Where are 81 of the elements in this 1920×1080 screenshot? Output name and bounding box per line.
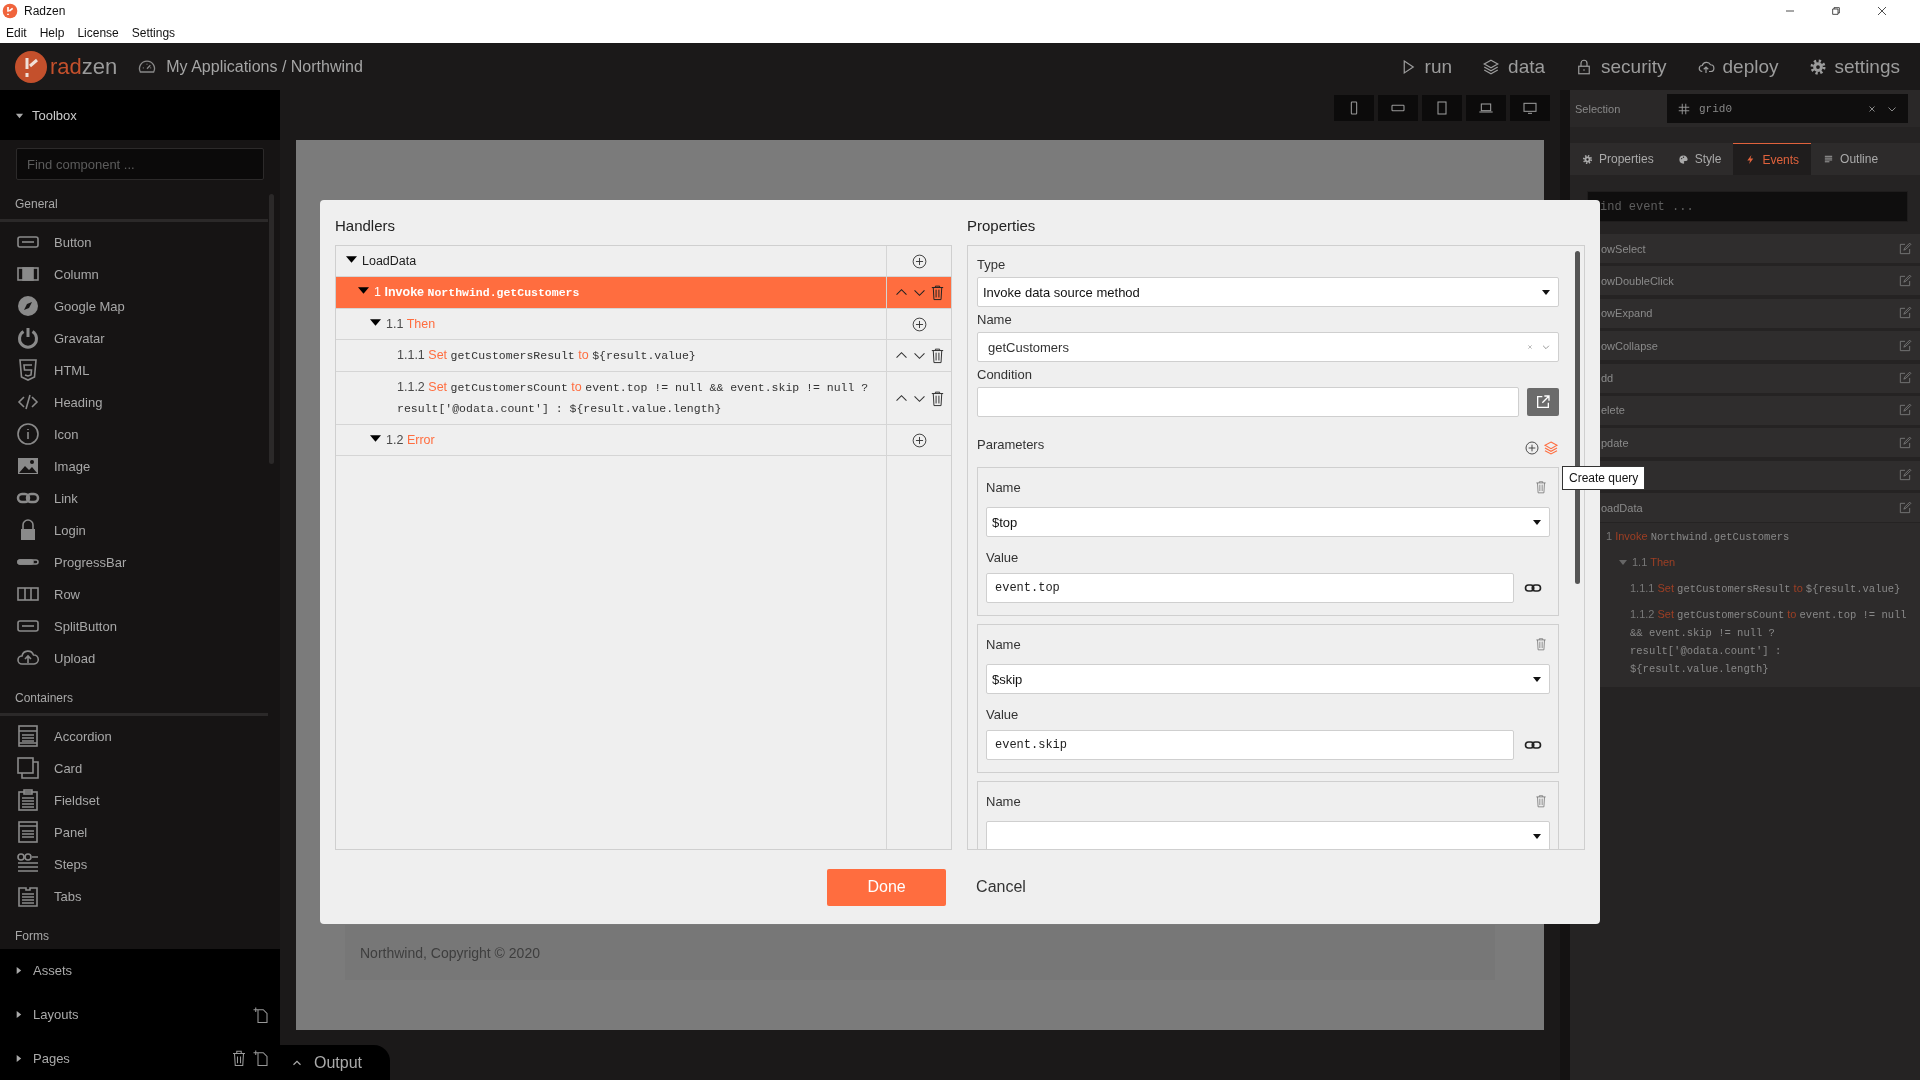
toolbox-item[interactable]: Upload — [0, 642, 268, 674]
section-header[interactable]: Layouts — [14, 1007, 79, 1022]
toolbox-item[interactable]: Link — [0, 482, 268, 514]
nav-link[interactable]: settings — [1808, 55, 1900, 78]
panel-title: Handlers — [335, 215, 397, 236]
toolbox-item[interactable]: Heading — [0, 386, 268, 418]
tooltip: Create query — [1562, 466, 1646, 490]
nav-link[interactable]: data — [1482, 55, 1546, 78]
section-label: Parameters — [977, 436, 1045, 452]
panel-title: Properties — [967, 215, 1037, 236]
search-field[interactable]: ind event ... — [1587, 191, 1908, 222]
toolbox-item[interactable]: HTML — [0, 354, 268, 386]
menu-item[interactable]: Settings — [131, 25, 176, 40]
value-field[interactable]: event.skip — [986, 730, 1514, 760]
logo-text: radzen — [50, 53, 118, 80]
tree-row[interactable]: 1.1.2 Set getCustomersCount to event.top != null && event.skip != null ? result['@odata.count'] : ${result.value.length} — [336, 372, 951, 425]
field-label: Name — [977, 311, 1013, 329]
handler-text: 1.1.1 Set getCustomersResult to ${result.value} — [1630, 580, 1901, 597]
handler-text: 1.1 Then — [1632, 554, 1676, 570]
handler-text: 1.2 Error — [386, 432, 435, 449]
nav-link[interactable]: run — [1398, 55, 1453, 78]
field-label: Type — [977, 256, 1007, 274]
toolbox-item[interactable]: Steps — [0, 848, 268, 880]
section-header[interactable]: Pages — [14, 1050, 70, 1066]
nav-link[interactable]: deploy — [1696, 55, 1779, 78]
field-label: Name — [986, 478, 1021, 497]
toolbox-item[interactable]: SplitButton — [0, 610, 268, 642]
toolbox-item[interactable]: Login — [0, 514, 268, 546]
field-label: Name — [986, 635, 1021, 654]
toolbox-item[interactable]: Tabs — [0, 880, 268, 912]
toolbox-item[interactable]: Icon — [0, 418, 268, 450]
handler-text: 1.1.2 Set getCustomersCount to event.top != null && event.skip != null ? result['@odata.count'] : ${result.value.length} — [397, 379, 870, 417]
toolbox-header[interactable]: Toolbox — [0, 90, 280, 140]
group-label: Containers — [14, 690, 75, 707]
toolbox-item[interactable]: Column — [0, 258, 268, 290]
menu-item[interactable]: License — [77, 25, 119, 40]
toolbox-item[interactable]: Accordion — [0, 720, 268, 752]
type-dropdown[interactable]: Invoke data source method — [977, 277, 1559, 307]
toolbox-item[interactable]: Fieldset — [0, 784, 268, 816]
field-label: Value — [986, 549, 1020, 567]
parameter-dropdown[interactable]: $top — [986, 507, 1550, 537]
toolbox-item[interactable]: Card — [0, 752, 268, 784]
toolbox-item[interactable]: Image — [0, 450, 268, 482]
tab[interactable]: Outline — [1811, 143, 1891, 175]
group-label: Forms — [14, 928, 50, 945]
toolbox-item[interactable]: Row — [0, 578, 268, 610]
menu-item[interactable]: Help — [39, 25, 65, 40]
window-title: Radzen — [24, 4, 66, 18]
toolbox-item[interactable]: Google Map — [0, 290, 268, 322]
handler-text: 1.1 Then — [386, 316, 436, 333]
toolbox-item[interactable]: Button — [0, 226, 268, 258]
section-header[interactable]: Assets — [14, 963, 72, 979]
tab[interactable]: Properties — [1570, 143, 1666, 175]
nav-link[interactable]: security — [1575, 55, 1667, 78]
menu-item[interactable]: Edit — [6, 25, 27, 40]
tree-row[interactable]: 1.1 Then — [336, 309, 951, 340]
handler-text: 1 Invoke Northwind.getCustomers — [1606, 528, 1790, 545]
cancel-button[interactable]: Cancel — [954, 870, 1048, 904]
field-label: Name — [986, 792, 1021, 811]
parameter-dropdown[interactable]: $skip — [986, 664, 1550, 694]
field-label: Value — [986, 706, 1020, 724]
tab[interactable]: Events — [1733, 143, 1812, 175]
selection-field[interactable]: grid0 — [1667, 94, 1908, 123]
toolbox-item[interactable]: Gravatar — [0, 322, 268, 354]
tab[interactable]: Style — [1665, 143, 1734, 175]
search-field[interactable]: Find component ... — [16, 148, 264, 180]
value-field[interactable]: event.top — [986, 573, 1514, 603]
copyright-text: Northwind, Copyright © 2020 — [360, 944, 540, 961]
handler-text: 1 Invoke Northwind.getCustomers — [374, 284, 580, 301]
field-label: Condition — [977, 366, 1033, 384]
toolbox-item[interactable]: Panel — [0, 816, 268, 848]
handler-text: LoadData — [362, 253, 417, 270]
breadcrumb[interactable]: My Applications / Northwind — [166, 57, 363, 76]
group-label: General — [14, 196, 59, 213]
output-tab[interactable]: Output — [280, 1045, 390, 1080]
tree-row[interactable]: 1.1.1 Set getCustomersResult to ${result.value} — [336, 340, 951, 372]
selection-label: Selection — [1575, 102, 1622, 115]
handler-text: 1.1.2 Set getCustomersCount to event.top != null && event.skip != null ? result['@odata.count'] : ${result.value.length} — [1630, 606, 1908, 677]
tree-row[interactable]: 1.2 Error — [336, 425, 951, 456]
handler-text: 1.1.1 Set getCustomersResult to ${result.value} — [397, 347, 696, 364]
toolbox-item[interactable]: ProgressBar — [0, 546, 268, 578]
